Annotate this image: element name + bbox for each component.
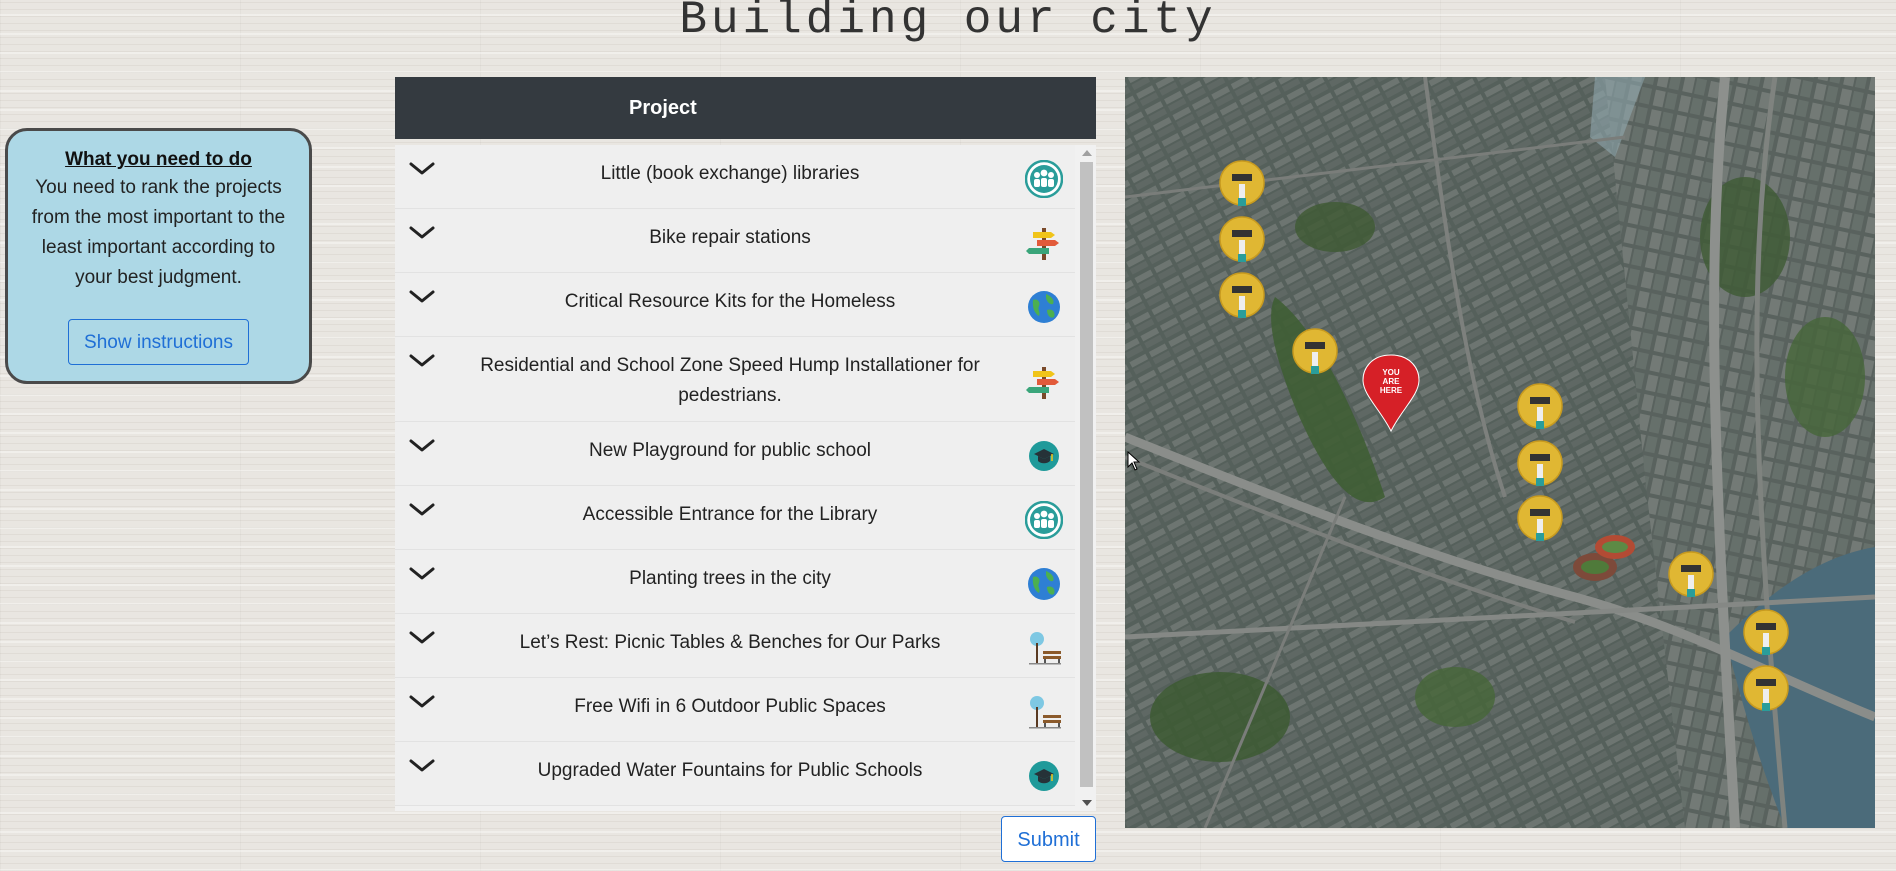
scrollbar[interactable] — [1077, 145, 1096, 811]
instructions-text: You need to rank the projects from the m… — [31, 177, 286, 288]
chevron-down-icon[interactable] — [409, 161, 435, 177]
chevron-down-icon[interactable] — [409, 289, 435, 305]
project-row-label: New Playground for public school — [589, 440, 871, 461]
project-location-marker[interactable] — [1743, 609, 1789, 655]
project-row[interactable]: Bike repair stations — [395, 209, 1075, 273]
project-location-marker[interactable] — [1292, 328, 1338, 374]
project-row[interactable]: Free Wifi in 6 Outdoor Public Spaces — [395, 678, 1075, 742]
signpost-icon — [1025, 363, 1063, 401]
scrollbar-thumb[interactable] — [1080, 162, 1093, 787]
project-column-header: Project — [395, 77, 1096, 139]
project-row-label: Little (book exchange) libraries — [600, 163, 860, 184]
mouse-cursor-icon — [1127, 451, 1141, 471]
submit-button[interactable]: Submit — [1001, 816, 1096, 862]
project-location-marker[interactable] — [1668, 551, 1714, 597]
project-list[interactable]: Little (book exchange) libraries Bike rep… — [395, 145, 1096, 811]
graduation-cap-icon — [1025, 757, 1063, 795]
project-row-label: Let’s Rest: Picnic Tables & Benches for … — [519, 632, 941, 653]
chevron-down-icon[interactable] — [409, 630, 435, 646]
project-row-label: Accessible Entrance for the Library — [582, 504, 878, 525]
project-location-marker[interactable] — [1517, 495, 1563, 541]
graduation-cap-icon — [1025, 437, 1063, 475]
project-row-label: Planting trees in the city — [629, 568, 831, 589]
park-bench-icon — [1025, 629, 1063, 667]
project-location-marker[interactable] — [1517, 440, 1563, 486]
project-table: Project Little (book exchange) libraries… — [395, 77, 1096, 811]
project-row-label: Critical Resource Kits for the Homeless — [564, 291, 896, 312]
instructions-card: What you need to do You need to rank the… — [5, 128, 312, 384]
you-are-here-label-line: YOU — [1382, 368, 1400, 377]
chevron-down-icon[interactable] — [409, 694, 435, 710]
globe-icon — [1025, 565, 1063, 603]
you-are-here-label-line: HERE — [1380, 386, 1403, 395]
project-row-label: Free Wifi in 6 Outdoor Public Spaces — [574, 696, 886, 717]
project-row[interactable]: Little (book exchange) libraries — [395, 145, 1075, 209]
project-location-marker[interactable] — [1219, 272, 1265, 318]
community-icon — [1024, 500, 1064, 540]
chevron-down-icon[interactable] — [409, 566, 435, 582]
project-location-marker[interactable] — [1743, 665, 1789, 711]
you-are-here-label-line: ARE — [1383, 377, 1401, 386]
chevron-down-icon[interactable] — [409, 502, 435, 518]
instructions-heading: What you need to do — [65, 149, 252, 170]
city-map[interactable]: YOU ARE HERE — [1125, 77, 1875, 828]
project-location-marker[interactable] — [1219, 160, 1265, 206]
show-instructions-button[interactable]: Show instructions — [68, 319, 249, 365]
globe-icon — [1025, 288, 1063, 326]
satellite-map-image: YOU ARE HERE — [1125, 77, 1875, 828]
project-row[interactable]: Let’s Rest: Picnic Tables & Benches for … — [395, 614, 1075, 678]
project-row[interactable]: Upgraded Water Fountains for Public Scho… — [395, 742, 1075, 806]
park-bench-icon — [1025, 693, 1063, 731]
project-row[interactable]: New Playground for public school — [395, 422, 1075, 486]
project-location-marker[interactable] — [1219, 216, 1265, 262]
project-row[interactable]: Residential and School Zone Speed Hump I… — [395, 337, 1075, 422]
signpost-icon — [1025, 224, 1063, 262]
scroll-down-arrow-icon[interactable] — [1082, 800, 1092, 806]
chevron-down-icon[interactable] — [409, 758, 435, 774]
project-row-label: Bike repair stations — [649, 227, 811, 248]
page-title: Building our city — [679, 0, 1217, 46]
community-icon — [1024, 159, 1064, 199]
chevron-down-icon[interactable] — [409, 353, 435, 369]
project-row[interactable]: Accessible Entrance for the Library — [395, 486, 1075, 550]
project-row-label: Upgraded Water Fountains for Public Scho… — [537, 760, 923, 781]
scroll-up-arrow-icon[interactable] — [1082, 150, 1092, 156]
chevron-down-icon[interactable] — [409, 438, 435, 454]
project-row[interactable]: Critical Resource Kits for the Homeless — [395, 273, 1075, 337]
chevron-down-icon[interactable] — [409, 225, 435, 241]
project-row-label: Residential and School Zone Speed Hump I… — [480, 355, 980, 406]
project-row[interactable]: Planting trees in the city — [395, 550, 1075, 614]
project-location-marker[interactable] — [1517, 383, 1563, 429]
